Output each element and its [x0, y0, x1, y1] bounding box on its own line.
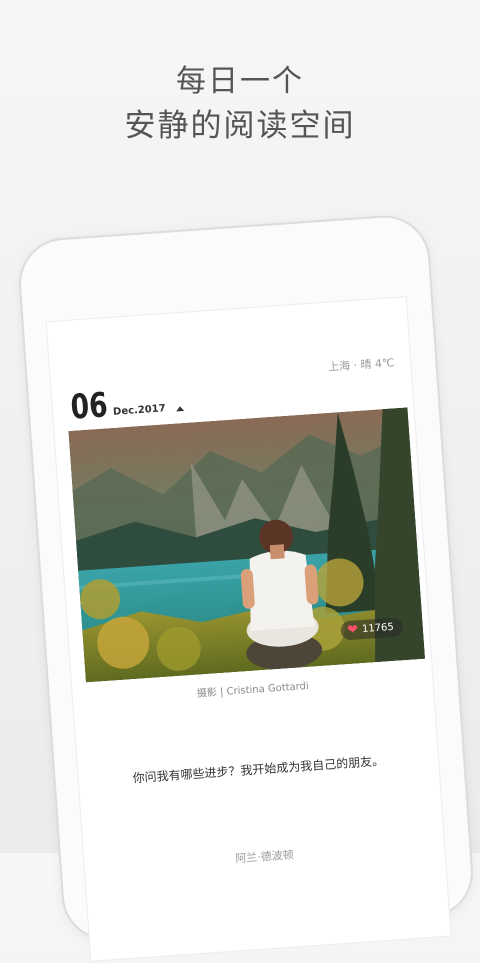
phone-screen: 上海 · 晴 4℃ 06 Dec.2017 ❤ 11765 摄影 | Crist…: [45, 296, 452, 962]
date-month: Dec.2017: [112, 403, 167, 418]
daily-quote: 你问我有哪些进步？我开始成为我自己的朋友。: [132, 753, 385, 786]
date-day: 06: [69, 385, 109, 428]
phone-mockup: 上海 · 晴 4℃ 06 Dec.2017 ❤ 11765 摄影 | Crist…: [15, 212, 477, 962]
heart-icon: ❤: [346, 622, 359, 639]
weather-label: 上海 · 晴 4℃: [327, 356, 395, 374]
quote-author: 阿兰·德波顿: [234, 848, 295, 866]
headline-line-1: 每日一个: [176, 64, 304, 99]
date-picker[interactable]: 06 Dec.2017: [69, 383, 185, 428]
headline-line-2: 安静的阅读空间: [124, 108, 356, 144]
daily-photo[interactable]: ❤ 11765: [68, 407, 426, 683]
like-count: 11765: [361, 621, 395, 636]
triangle-up-icon[interactable]: [175, 405, 184, 412]
